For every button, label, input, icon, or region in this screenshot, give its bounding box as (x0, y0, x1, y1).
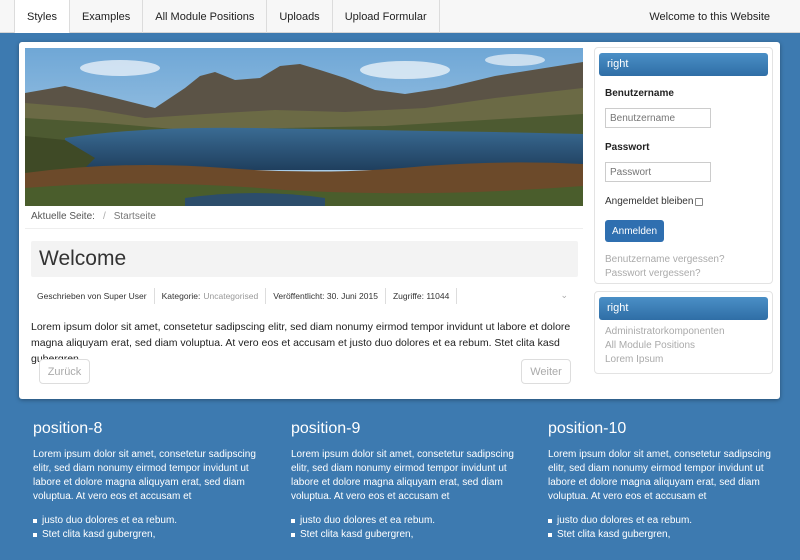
next-button[interactable]: Weiter (521, 359, 571, 384)
breadcrumb-home: Startseite (113, 211, 156, 222)
page-title-box: Welcome (31, 241, 578, 277)
menu-item[interactable]: All Module Positions (605, 340, 695, 351)
menu-item[interactable]: Lorem Ipsum (605, 354, 663, 365)
list-item: justo duo dolores et ea rebum. (548, 514, 778, 528)
position-title: position-10 (548, 420, 627, 437)
forgot-password-link[interactable]: Passwort vergessen? (605, 268, 701, 279)
category-label: Kategorie: (161, 291, 201, 301)
login-button[interactable]: Anmelden (605, 220, 664, 242)
tab-styles[interactable]: Styles (14, 0, 70, 33)
position-8-module: position-8 Lorem ipsum dolor sit amet, c… (33, 420, 263, 542)
divider (25, 228, 583, 229)
list-item: Stet clita kasd gubergren, (33, 528, 263, 542)
breadcrumb-separator: / (102, 211, 106, 222)
breadcrumb-label: Aktuelle Seite: (31, 211, 95, 222)
tab-uploads[interactable]: Uploads (267, 0, 333, 33)
username-label: Benutzername (605, 88, 674, 99)
position-text: Lorem ipsum dolor sit amet, consetetur s… (548, 449, 771, 502)
article-author: Geschrieben von Super User (31, 288, 155, 304)
menu-item[interactable]: Administratorkomponenten (605, 326, 725, 337)
list-item: justo duo dolores et ea rebum. (33, 514, 263, 528)
main-content-panel: Aktuelle Seite: / Startseite Welcome Ges… (19, 42, 780, 399)
header-banner-image (25, 48, 583, 206)
position-text: Lorem ipsum dolor sit amet, consetetur s… (291, 449, 514, 502)
article-category: Kategorie: Uncategorised (155, 288, 267, 304)
breadcrumb: Aktuelle Seite: / Startseite (31, 211, 156, 222)
username-input[interactable] (605, 108, 711, 128)
top-navigation: Styles Examples All Module Positions Upl… (0, 0, 800, 33)
position-10-module: position-10 Lorem ipsum dolor sit amet, … (548, 420, 778, 542)
forgot-username-link[interactable]: Benutzername vergessen? (605, 254, 725, 265)
login-module: right Benutzername Passwort Angemeldet b… (594, 47, 773, 284)
list-item: Stet clita kasd gubergren, (291, 528, 521, 542)
tab-examples[interactable]: Examples (70, 0, 144, 33)
article-published: Veröffentlicht: 30. Juni 2015 (266, 288, 386, 304)
position-text: Lorem ipsum dolor sit amet, consetetur s… (33, 449, 256, 502)
page-title: Welcome (39, 247, 127, 270)
position-title: position-9 (291, 420, 361, 437)
site-welcome-text: Welcome to this Website (649, 10, 770, 23)
previous-button[interactable]: Zurück (39, 359, 90, 384)
list-item: justo duo dolores et ea rebum. (291, 514, 521, 528)
remember-me-checkbox[interactable] (695, 197, 704, 206)
article-hits: Zugriffe: 11044 (386, 288, 458, 304)
position-9-module: position-9 Lorem ipsum dolor sit amet, c… (291, 420, 521, 542)
article-info: Geschrieben von Super User Kategorie: Un… (31, 288, 578, 304)
article-body: Lorem ipsum dolor sit amet, consetetur s… (31, 321, 571, 365)
position-title: position-8 (33, 420, 103, 437)
category-link[interactable]: Uncategorised (203, 291, 258, 301)
list-item: Stet clita kasd gubergren, (548, 528, 778, 542)
chevron-down-icon[interactable]: ⌄ (560, 290, 568, 301)
tab-all-module-positions[interactable]: All Module Positions (143, 0, 268, 33)
tab-upload-formular[interactable]: Upload Formular (333, 0, 440, 33)
login-module-title: right (599, 53, 768, 76)
menu-module: right Administratorkomponenten All Modul… (594, 291, 773, 374)
remember-me-label: Angemeldet bleiben (605, 196, 694, 207)
password-label: Passwort (605, 142, 650, 153)
menu-module-title: right (599, 297, 768, 320)
password-input[interactable] (605, 162, 711, 182)
remember-me: Angemeldet bleiben (605, 196, 704, 207)
